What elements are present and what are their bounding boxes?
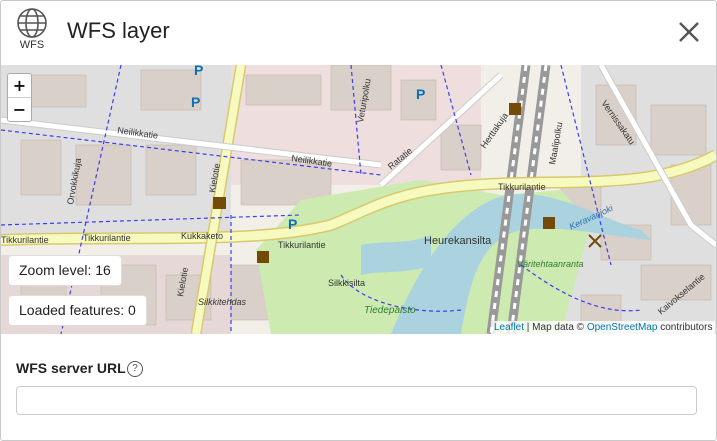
street-label: Väritehtaanranta <box>517 259 584 269</box>
street-label: Kukkaketo <box>181 231 223 241</box>
map-attribution: Leaflet | Map data © OpenStreetMap contr… <box>491 321 716 334</box>
cinema-icon <box>213 197 226 209</box>
close-icon[interactable] <box>677 20 701 44</box>
zoom-in-button[interactable]: + <box>8 74 31 98</box>
parking-marker: P <box>194 65 203 78</box>
zoom-out-button[interactable]: − <box>8 98 31 121</box>
map-tiles: P P P P Neilikkatie Neilikkatie Ratatie … <box>1 65 716 334</box>
theatre-icon <box>543 217 555 229</box>
street-label: Tikkurilantie <box>498 182 546 192</box>
wfs-url-input[interactable] <box>16 386 697 415</box>
museum-icon <box>509 103 521 115</box>
street-label: Heurekansilta <box>424 235 492 247</box>
zoom-level-indicator: Zoom level: 16 <box>8 255 122 286</box>
parking-marker: P <box>288 216 297 232</box>
wfs-icon-label: WFS <box>19 39 45 51</box>
help-icon[interactable]: ? <box>127 361 143 377</box>
parking-marker: P <box>191 94 200 110</box>
leaflet-link[interactable]: Leaflet <box>494 322 524 333</box>
wfs-url-label: WFS server URL <box>16 360 126 376</box>
dialog-header: WFS WFS layer <box>1 1 716 64</box>
theatre-icon <box>257 251 269 263</box>
openstreetmap-link[interactable]: OpenStreetMap <box>587 322 658 333</box>
attribution-suffix: contributors <box>657 322 713 333</box>
parking-marker: P <box>416 86 425 102</box>
wfs-layer-dialog: WFS WFS layer P P P P Neilikkatie Neilik… <box>0 0 717 441</box>
street-label: Silkkitehdas <box>198 297 247 307</box>
street-label: Tikkurilantie <box>83 233 131 243</box>
street-label: Tikkurilantie <box>278 240 326 250</box>
loaded-features-indicator: Loaded features: 0 <box>8 295 147 326</box>
map-view[interactable]: P P P P Neilikkatie Neilikkatie Ratatie … <box>1 65 716 334</box>
street-label: Tiedepaisto <box>364 305 416 316</box>
street-label: Tikkurilantie <box>1 235 49 245</box>
zoom-control: + − <box>7 73 32 122</box>
globe-icon <box>17 8 47 38</box>
street-label: Silkkisilta <box>328 278 365 288</box>
dialog-title: WFS layer <box>67 18 170 43</box>
attribution-text: | Map data © <box>524 322 587 333</box>
